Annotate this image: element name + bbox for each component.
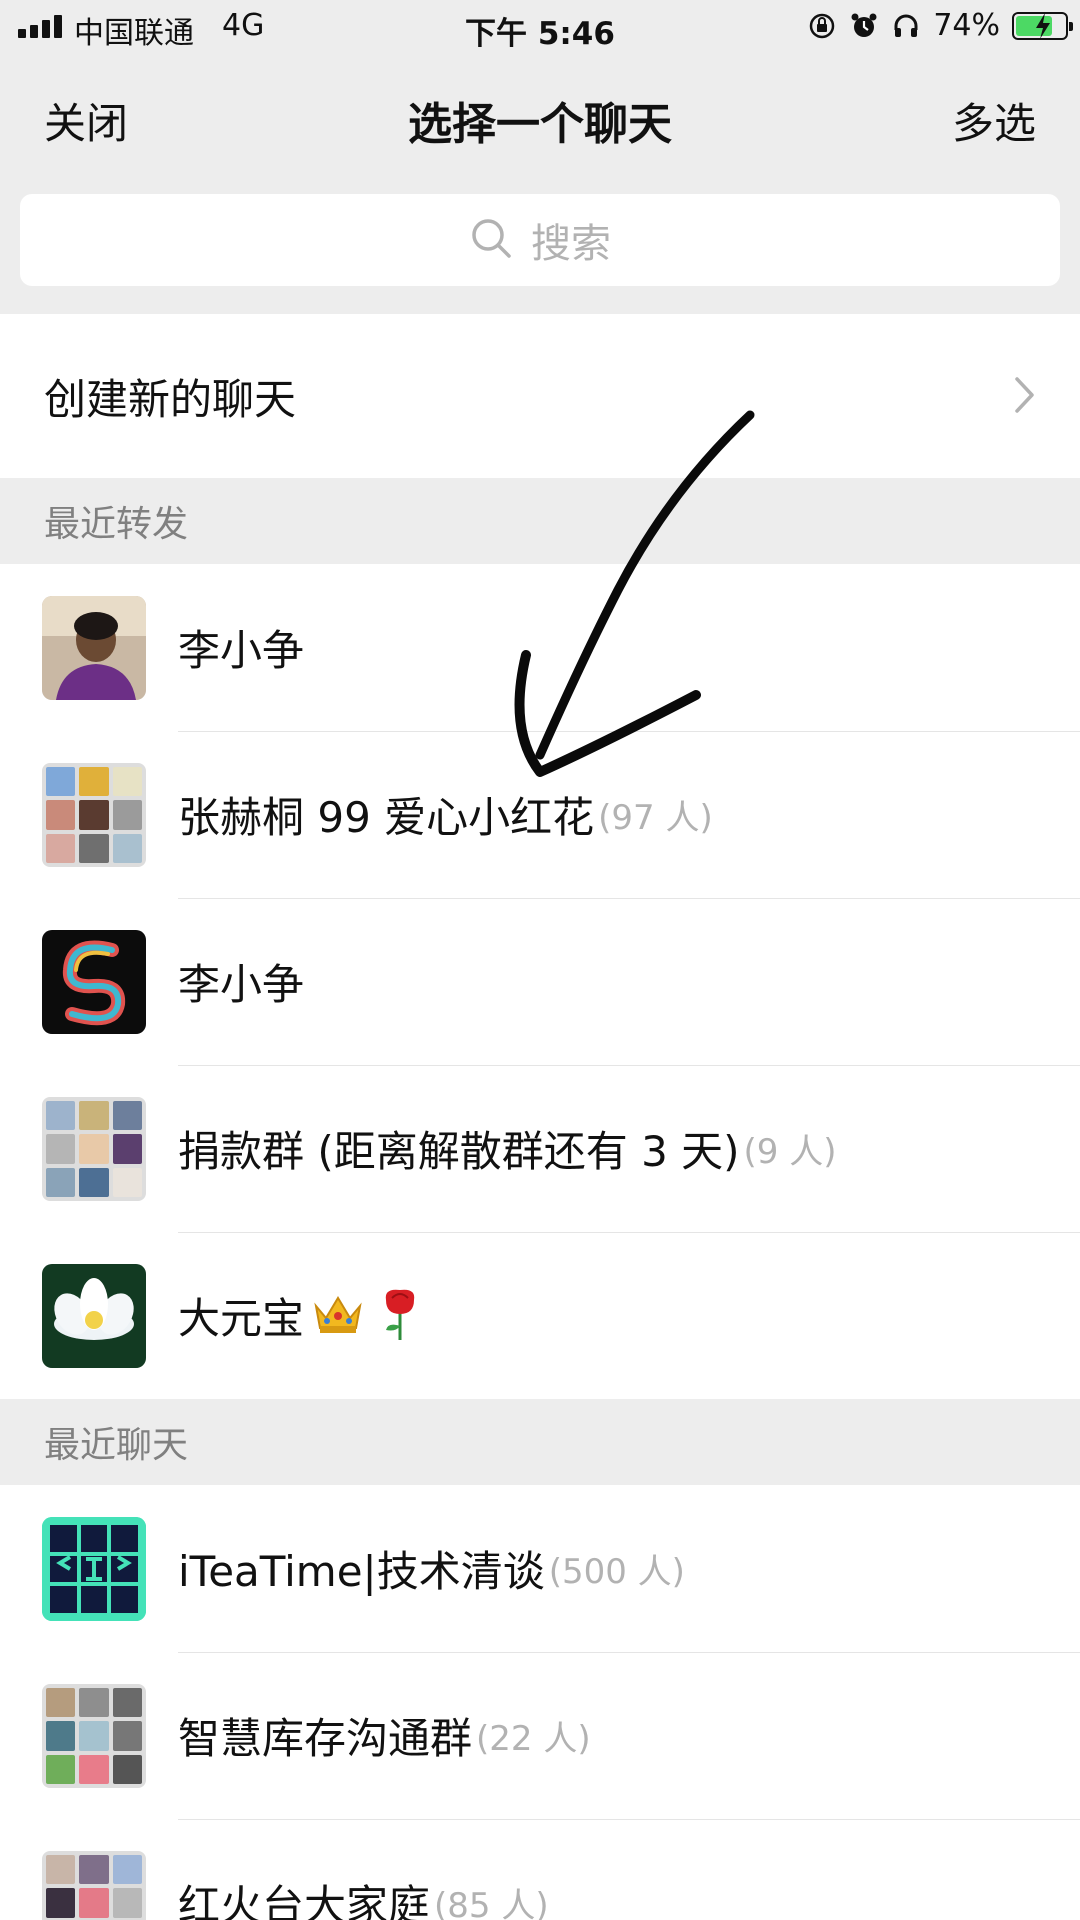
orientation-lock-icon bbox=[807, 11, 837, 41]
chat-name: 李小争 bbox=[178, 960, 305, 1009]
list-item[interactable]: 捐款群 (距离解散群还有 3 天) (9 人) bbox=[0, 1065, 1080, 1232]
section-header-recent-chats: 最近聊天 bbox=[44, 1425, 189, 1466]
list-item[interactable]: 大元宝 bbox=[0, 1232, 1080, 1399]
group-avatar bbox=[42, 1097, 146, 1201]
group-avatar bbox=[42, 1851, 146, 1920]
chat-name: 大元宝 bbox=[178, 1294, 305, 1343]
chat-name: 智慧库存沟通群 bbox=[178, 1714, 473, 1763]
alarm-icon bbox=[849, 11, 879, 41]
search-icon bbox=[469, 216, 513, 264]
group-avatar bbox=[42, 1684, 146, 1788]
chat-name: iTeaTime|技术清谈 bbox=[178, 1547, 545, 1596]
member-count: (97 人) bbox=[598, 798, 713, 838]
battery-icon bbox=[1012, 11, 1073, 40]
chat-name: 张赫桐 99 爱心小红花 bbox=[178, 793, 595, 842]
battery-percent: 74% bbox=[933, 8, 1000, 43]
nav-bar: 关闭 选择一个聊天 多选 bbox=[0, 62, 1080, 162]
avatar bbox=[42, 1517, 146, 1621]
member-count: (9 人) bbox=[743, 1132, 837, 1172]
status-right-group: 74% bbox=[807, 8, 1073, 43]
search-placeholder: 搜索 bbox=[531, 221, 611, 267]
member-count: (22 人) bbox=[476, 1719, 591, 1759]
list-item[interactable]: 李小争 bbox=[0, 898, 1080, 1065]
search-input[interactable]: 搜索 bbox=[20, 194, 1060, 286]
chat-name: 捐款群 (距离解散群还有 3 天) bbox=[178, 1127, 740, 1176]
avatar bbox=[42, 596, 146, 700]
list-item[interactable]: 张赫桐 99 爱心小红花 (97 人) bbox=[0, 731, 1080, 898]
avatar bbox=[42, 930, 146, 1034]
chat-name: 红火台大家庭 bbox=[178, 1881, 431, 1920]
chat-name: 李小争 bbox=[178, 626, 305, 675]
recent-chats-list: iTeaTime|技术清谈 (500 人) 智慧库存沟通群 (22 人) 红火台… bbox=[0, 1485, 1080, 1920]
chevron-right-icon bbox=[1015, 377, 1034, 413]
avatar bbox=[42, 1264, 146, 1368]
group-avatar bbox=[42, 763, 146, 867]
crown-emoji bbox=[312, 1292, 364, 1340]
recent-forwards-list: 李小争 张赫桐 99 爱心小红花 (97 人) 李小争 捐款群 (距离解散群还有… bbox=[0, 564, 1080, 1399]
status-bar: 中国联通 4G 下午 5:46 74% bbox=[0, 0, 1080, 54]
rose-emoji bbox=[378, 1286, 422, 1346]
list-item[interactable]: 李小争 bbox=[0, 564, 1080, 731]
list-item[interactable]: 智慧库存沟通群 (22 人) bbox=[0, 1652, 1080, 1819]
list-item[interactable]: 红火台大家庭 (85 人) bbox=[0, 1819, 1080, 1920]
multi-select-button[interactable]: 多选 bbox=[952, 90, 1036, 151]
list-item[interactable]: iTeaTime|技术清谈 (500 人) bbox=[0, 1485, 1080, 1652]
member-count: (85 人) bbox=[434, 1886, 549, 1920]
create-new-chat-label: 创建新的聊天 bbox=[44, 374, 297, 424]
headphones-icon bbox=[891, 11, 921, 41]
create-new-chat-row[interactable]: 创建新的聊天 bbox=[0, 314, 1080, 478]
member-count: (500 人) bbox=[548, 1552, 685, 1592]
page-title: 选择一个聊天 bbox=[408, 99, 672, 150]
section-header-recent-forwards: 最近转发 bbox=[44, 504, 189, 545]
